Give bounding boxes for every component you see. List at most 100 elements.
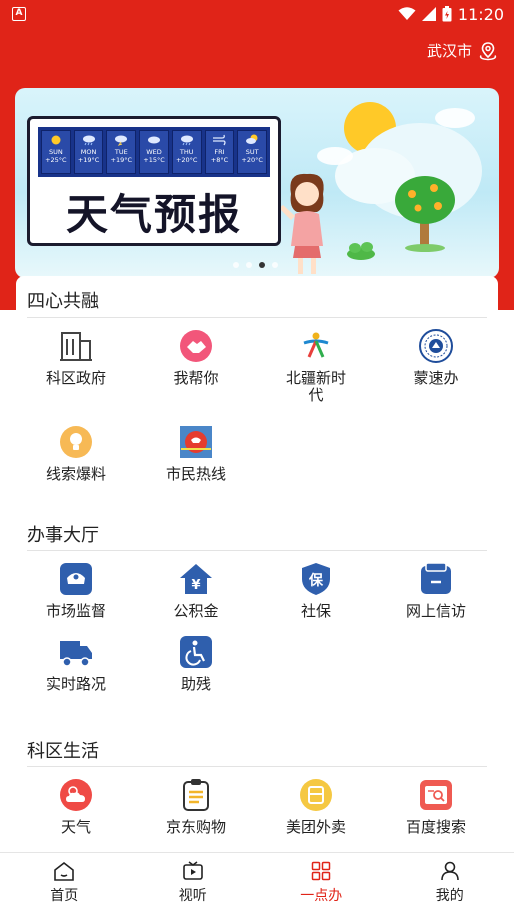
service-grid-sixin: 科区政府 我帮你 北疆新时代 蒙速办 线索爆料 市民热线: [16, 328, 498, 483]
service-item-mengsu[interactable]: 蒙速办: [376, 328, 496, 404]
service-label: 助残: [180, 675, 211, 693]
plant-illustration: [347, 242, 375, 260]
service-item-kequ-gov[interactable]: 科区政府: [16, 328, 136, 404]
location-label: 武汉市: [426, 42, 472, 60]
wifi-icon: [398, 7, 416, 20]
forecast-day: SUT +20°C: [237, 130, 268, 174]
status-time: 11:20: [457, 4, 504, 24]
service-item-online-petition[interactable]: 网上信访: [376, 561, 496, 620]
service-item-social-security[interactable]: 保 社保: [256, 561, 376, 620]
service-grid-life: 天气 京东购物 美团外卖 百度搜索: [16, 777, 498, 836]
truck-icon: [58, 634, 94, 670]
service-label: 北疆新时代: [285, 369, 346, 404]
carousel-indicator: [233, 262, 278, 268]
divider: [27, 550, 487, 551]
location-pin-icon: [479, 41, 497, 60]
service-item-beijiang[interactable]: 北疆新时代: [256, 328, 376, 404]
app-screen: A 11:20 武汉市 SUN +25°C MON +19°C TUE +19°…: [0, 0, 514, 912]
rain-cloud-icon: [180, 135, 193, 146]
service-item-traffic[interactable]: 实时路况: [16, 634, 136, 693]
battery-icon: [442, 6, 452, 22]
nav-mine[interactable]: 我的: [386, 853, 514, 912]
storm-cloud-icon: [115, 135, 128, 146]
takeout-icon: [298, 777, 334, 813]
service-label: 市民热线: [165, 465, 226, 483]
social-security-shield-icon: 保: [298, 561, 334, 597]
carousel-dot[interactable]: [246, 262, 252, 268]
banner-carousel[interactable]: SUN +25°C MON +19°C TUE +19°C WED +15°C THU +…: [15, 88, 499, 278]
service-label: 公积金: [173, 602, 219, 620]
handshake-icon: [178, 328, 214, 364]
day-temp: +20°C: [175, 156, 198, 164]
header: 武汉市 SUN +25°C MON +19°C TUE +19°C WED +1…: [0, 28, 514, 310]
nav-one-stop[interactable]: 一点办: [257, 853, 386, 912]
nav-label: 视听: [178, 887, 207, 904]
service-item-market-supervision[interactable]: 市场监督: [16, 561, 136, 620]
service-grid-hall: 市场监督 ¥ 公积金 保 社保 网上信访 实时路况 助残: [16, 561, 498, 693]
divider: [27, 317, 487, 318]
service-label: 美团外卖: [285, 818, 346, 836]
service-item-housing-fund[interactable]: ¥ 公积金: [136, 561, 256, 620]
rain-cloud-icon: [82, 135, 95, 146]
cloud-icon: [148, 136, 161, 144]
signal-icon: [421, 7, 436, 21]
day-name: MON: [80, 148, 97, 156]
service-item-disability-aid[interactable]: 助残: [136, 634, 256, 693]
forecast-day: SUN +25°C: [41, 130, 71, 174]
sun-cloud-icon: [246, 134, 258, 144]
section-title-sixin: 四心共融: [27, 291, 99, 312]
day-temp: +19°C: [77, 156, 100, 164]
carousel-dot-active[interactable]: [259, 262, 265, 268]
service-label: 线索爆料: [45, 465, 106, 483]
service-item-baidu-search[interactable]: 百度搜索: [376, 777, 496, 836]
sun-icon: [51, 135, 61, 145]
day-name: TUE: [114, 148, 128, 156]
day-temp: +15°C: [143, 156, 165, 164]
service-item-meituan[interactable]: 美团外卖: [256, 777, 376, 836]
day-name: THU: [179, 148, 194, 156]
tree-illustration: [395, 176, 455, 252]
divider: [27, 766, 487, 767]
grid-apps-icon: [312, 861, 331, 880]
hotline-icon: [178, 424, 214, 460]
day-name: FRI: [214, 148, 225, 156]
bottom-navigation: 首页 视听 一点办 我的: [0, 852, 514, 912]
service-item-hotline[interactable]: 市民热线: [136, 424, 256, 483]
service-label: 网上信访: [405, 602, 466, 620]
search-card-icon: [418, 777, 454, 813]
wind-icon: [213, 134, 227, 146]
section-title-service-hall: 办事大厅: [27, 525, 99, 546]
wheelchair-icon: [178, 634, 214, 670]
government-building-icon: [58, 328, 94, 364]
day-temp: +25°C: [45, 156, 67, 164]
carousel-dot[interactable]: [233, 262, 239, 268]
service-label: 天气: [60, 818, 91, 836]
service-item-jd-shopping[interactable]: 京东购物: [136, 777, 256, 836]
service-label: 实时路况: [45, 675, 106, 693]
day-temp: +19°C: [110, 156, 133, 164]
police-cap-icon: [58, 561, 94, 597]
lightbulb-icon: [58, 424, 94, 460]
status-icons: 11:20: [398, 5, 504, 24]
service-item-help-you[interactable]: 我帮你: [136, 328, 256, 404]
forecast-day: TUE +19°C: [106, 130, 137, 174]
nav-label: 首页: [50, 887, 79, 904]
service-label: 科区政府: [45, 369, 106, 387]
people-logo-icon: [298, 328, 334, 364]
notification-a-icon: A: [12, 7, 26, 21]
location-selector[interactable]: 武汉市: [427, 40, 498, 61]
nav-label: 一点办: [300, 887, 343, 904]
emblem-icon: [418, 328, 454, 364]
service-item-weather[interactable]: 天气: [16, 777, 136, 836]
status-bar: A 11:20: [0, 0, 514, 28]
service-label: 社保: [300, 602, 331, 620]
petition-box-icon: [418, 561, 454, 597]
nav-media[interactable]: 视听: [129, 853, 258, 912]
service-item-clue-report[interactable]: 线索爆料: [16, 424, 136, 483]
day-temp: +8°C: [210, 156, 229, 164]
nav-home[interactable]: 首页: [0, 853, 129, 912]
svg-text:¥: ¥: [191, 578, 200, 593]
forecast-day: WED +15°C: [139, 130, 169, 174]
service-label: 京东购物: [165, 818, 226, 836]
carousel-dot[interactable]: [272, 262, 278, 268]
